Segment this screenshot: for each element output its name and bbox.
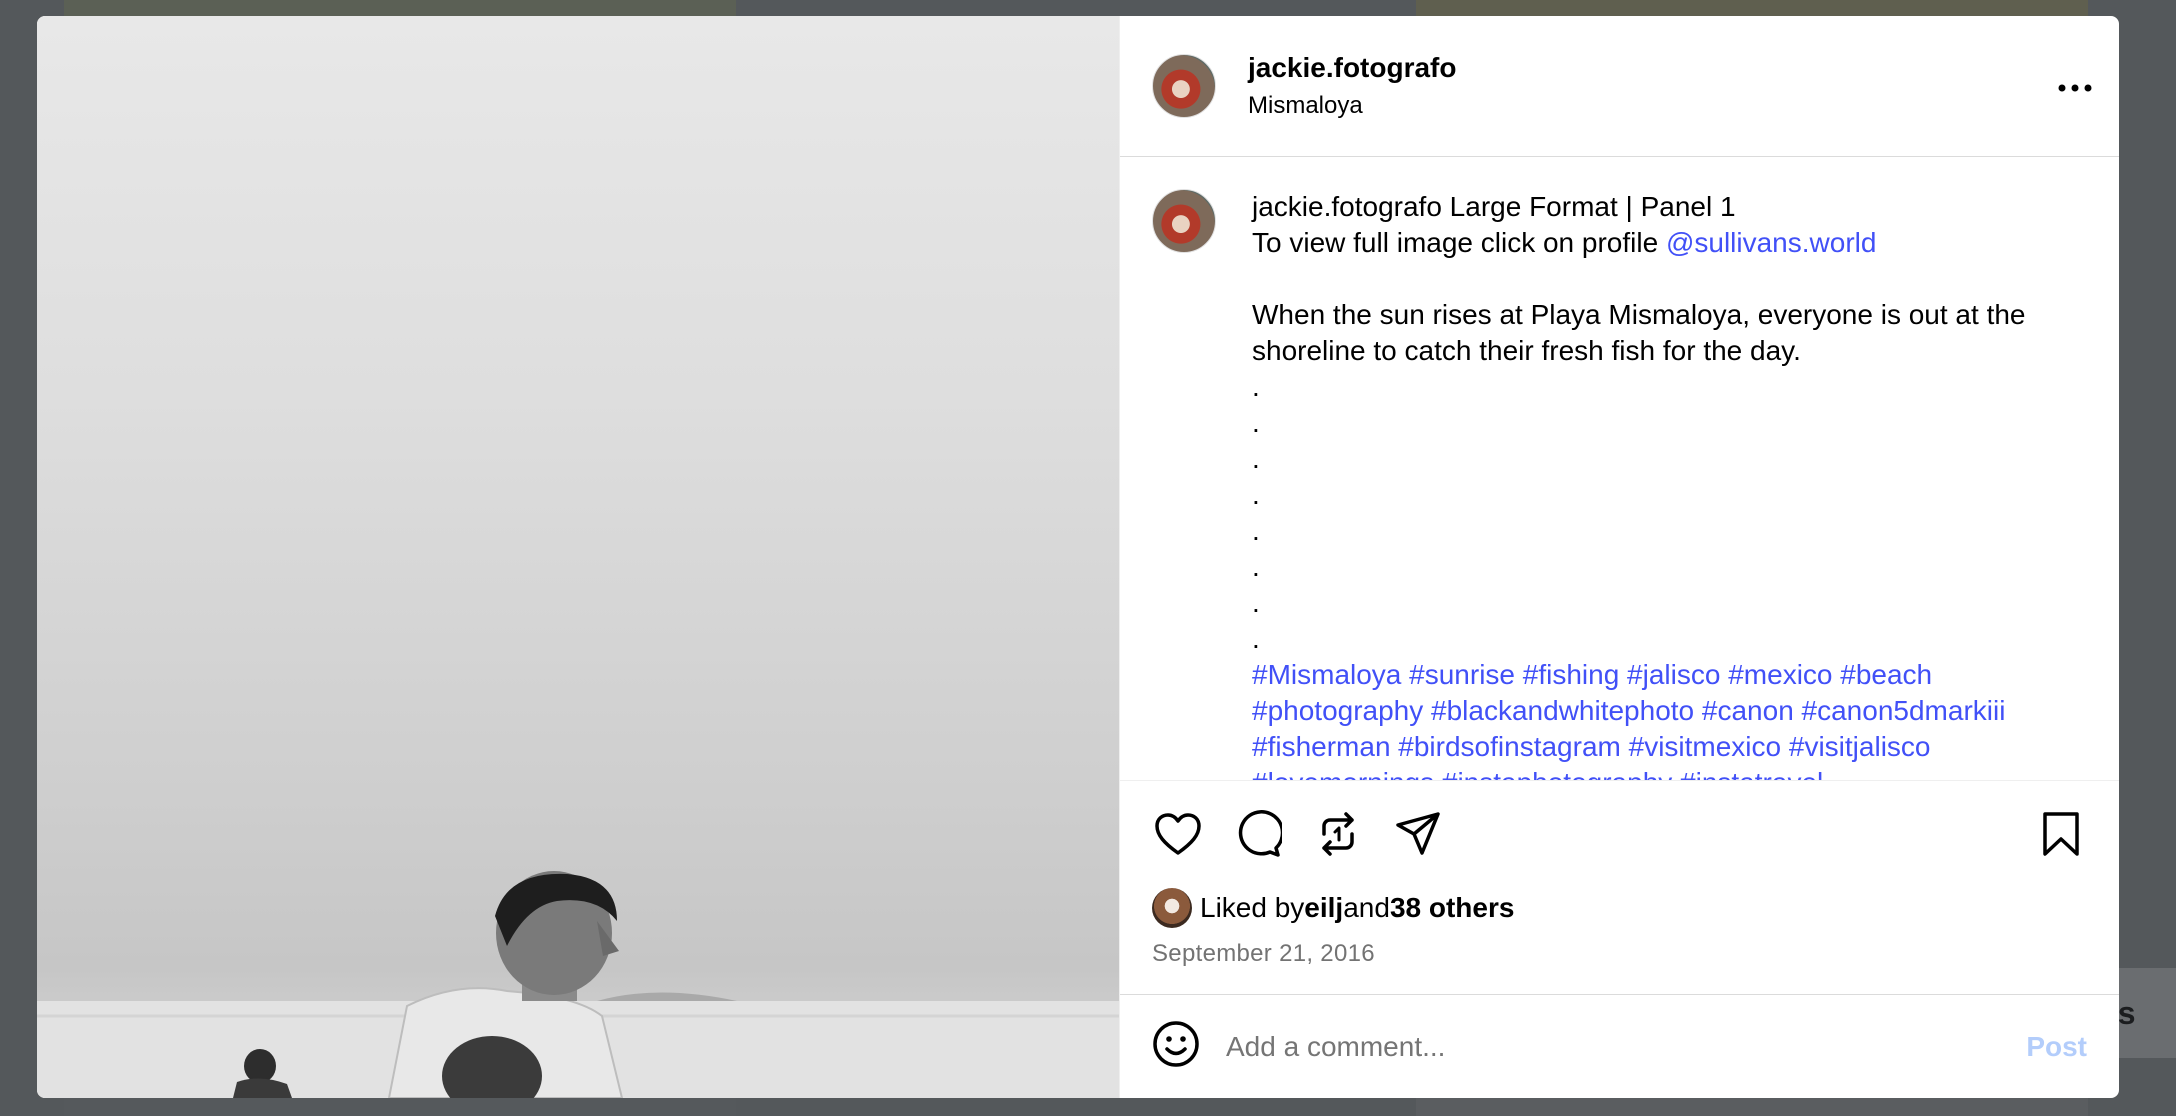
caption-line2: To view full image click on profile xyxy=(1252,227,1666,258)
post-location[interactable]: Mismaloya xyxy=(1248,92,1456,120)
caption-area: jackie.fotografo Large Format | Panel 1 … xyxy=(1120,157,2119,780)
caption-dot: . xyxy=(1252,407,1260,438)
caption-username[interactable]: jackie.fotografo xyxy=(1252,191,1442,222)
author-username[interactable]: jackie.fotografo xyxy=(1248,52,1456,84)
send-icon[interactable] xyxy=(1390,806,1446,862)
likes-prefix: Liked by xyxy=(1200,892,1305,923)
caption-dot: . xyxy=(1252,587,1260,618)
feed-tile xyxy=(64,1096,736,1116)
mention-link[interactable]: @sullivans.world xyxy=(1666,227,1877,258)
emoji-icon[interactable] xyxy=(1152,1020,1200,1073)
post-modal: jackie.fotografo Mismaloya jackie.fotogr… xyxy=(37,16,2119,1098)
comment-bar: Post xyxy=(1120,994,2119,1098)
repost-icon[interactable] xyxy=(1310,806,1366,862)
post-comment-button[interactable]: Post xyxy=(2026,1031,2087,1063)
more-horizontal-icon[interactable] xyxy=(2055,68,2095,108)
hashtags-line[interactable]: #Mismaloya #sunrise #fishing #jalisco #m… xyxy=(1252,657,2072,693)
post-photo[interactable] xyxy=(37,16,1119,1098)
caption-dot: . xyxy=(1252,515,1260,546)
caption-dot: . xyxy=(1252,443,1260,474)
author-avatar[interactable] xyxy=(1152,54,1216,118)
post-date[interactable]: September 21, 2016 xyxy=(1120,940,2119,968)
likes-and: and xyxy=(1343,892,1390,923)
author-meta: jackie.fotografo Mismaloya xyxy=(1248,52,1456,120)
likes-others-link[interactable]: 38 others xyxy=(1390,892,1515,924)
caption-avatar[interactable] xyxy=(1152,189,1216,253)
comment-input[interactable] xyxy=(1226,1030,2027,1063)
caption-body: When the sun rises at Playa Mismaloya, e… xyxy=(1252,299,2026,366)
feed-tile xyxy=(1416,1096,2088,1116)
likes-summary: Liked by eilj and 38 others xyxy=(1120,886,2119,930)
post-header: jackie.fotografo Mismaloya xyxy=(1120,16,2119,157)
hashtags-line[interactable]: #photography #blackandwhitephoto #canon … xyxy=(1252,693,2072,729)
hashtags-line[interactable]: #fisherman #birdsofinstagram #visitmexic… xyxy=(1252,729,2072,765)
caption-dot: . xyxy=(1252,479,1260,510)
action-bar xyxy=(1120,780,2119,886)
post-caption: jackie.fotografo Large Format | Panel 1 … xyxy=(1252,189,2072,780)
photo-illustration xyxy=(37,871,1119,1098)
caption-dot: . xyxy=(1252,371,1260,402)
liker-avatar[interactable] xyxy=(1152,888,1192,928)
feed-tile xyxy=(64,0,736,16)
bookmark-icon[interactable] xyxy=(2033,806,2089,862)
comment-icon[interactable] xyxy=(1230,806,1286,862)
caption-dot: . xyxy=(1252,551,1260,582)
post-details-panel: jackie.fotografo Mismaloya jackie.fotogr… xyxy=(1119,16,2119,1098)
hashtags-line[interactable]: #lovemornings #instaphotography #instatr… xyxy=(1252,765,2072,780)
feed-tile xyxy=(1416,0,2088,16)
heart-icon[interactable] xyxy=(1150,806,1206,862)
caption-line1: Large Format | Panel 1 xyxy=(1441,191,1736,222)
caption-dot: . xyxy=(1252,623,1260,654)
liker-username[interactable]: eilj xyxy=(1304,892,1343,924)
